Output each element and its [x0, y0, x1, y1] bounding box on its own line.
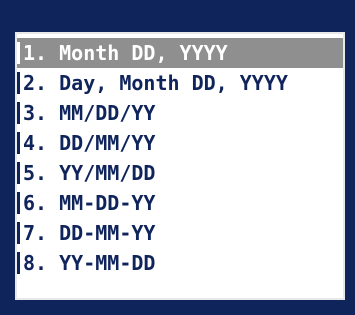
selection-marker: [17, 162, 20, 184]
date-format-option-8[interactable]: 8. YY-MM-DD: [17, 248, 343, 278]
date-format-option-3[interactable]: 3. MM/DD/YY: [17, 98, 343, 128]
selection-marker: [17, 192, 20, 214]
selection-marker: [17, 42, 20, 64]
date-format-option-label: 2. Day, Month DD, YYYY: [23, 71, 288, 95]
selection-marker: [17, 252, 20, 274]
date-format-option-label: 8. YY-MM-DD: [23, 251, 156, 275]
date-format-option-label: 7. DD-MM-YY: [23, 221, 156, 245]
selection-marker: [17, 222, 20, 244]
selection-marker: [17, 102, 20, 124]
selection-marker: [17, 132, 20, 154]
date-format-option-1[interactable]: 1. Month DD, YYYY: [17, 38, 343, 68]
date-format-option-4[interactable]: 4. DD/MM/YY: [17, 128, 343, 158]
date-format-list: 1. Month DD, YYYY 2. Day, Month DD, YYYY…: [15, 32, 345, 300]
date-format-option-label: 4. DD/MM/YY: [23, 131, 156, 155]
date-format-option-label: 6. MM-DD-YY: [23, 191, 156, 215]
date-format-option-5[interactable]: 5. YY/MM/DD: [17, 158, 343, 188]
date-format-option-6[interactable]: 6. MM-DD-YY: [17, 188, 343, 218]
date-format-option-7[interactable]: 7. DD-MM-YY: [17, 218, 343, 248]
date-format-option-label: 1. Month DD, YYYY: [23, 41, 228, 65]
selection-marker: [17, 72, 20, 94]
date-format-option-label: 3. MM/DD/YY: [23, 101, 156, 125]
date-format-panel: 1. Month DD, YYYY 2. Day, Month DD, YYYY…: [0, 0, 355, 315]
date-format-option-label: 5. YY/MM/DD: [23, 161, 156, 185]
date-format-option-2[interactable]: 2. Day, Month DD, YYYY: [17, 68, 343, 98]
